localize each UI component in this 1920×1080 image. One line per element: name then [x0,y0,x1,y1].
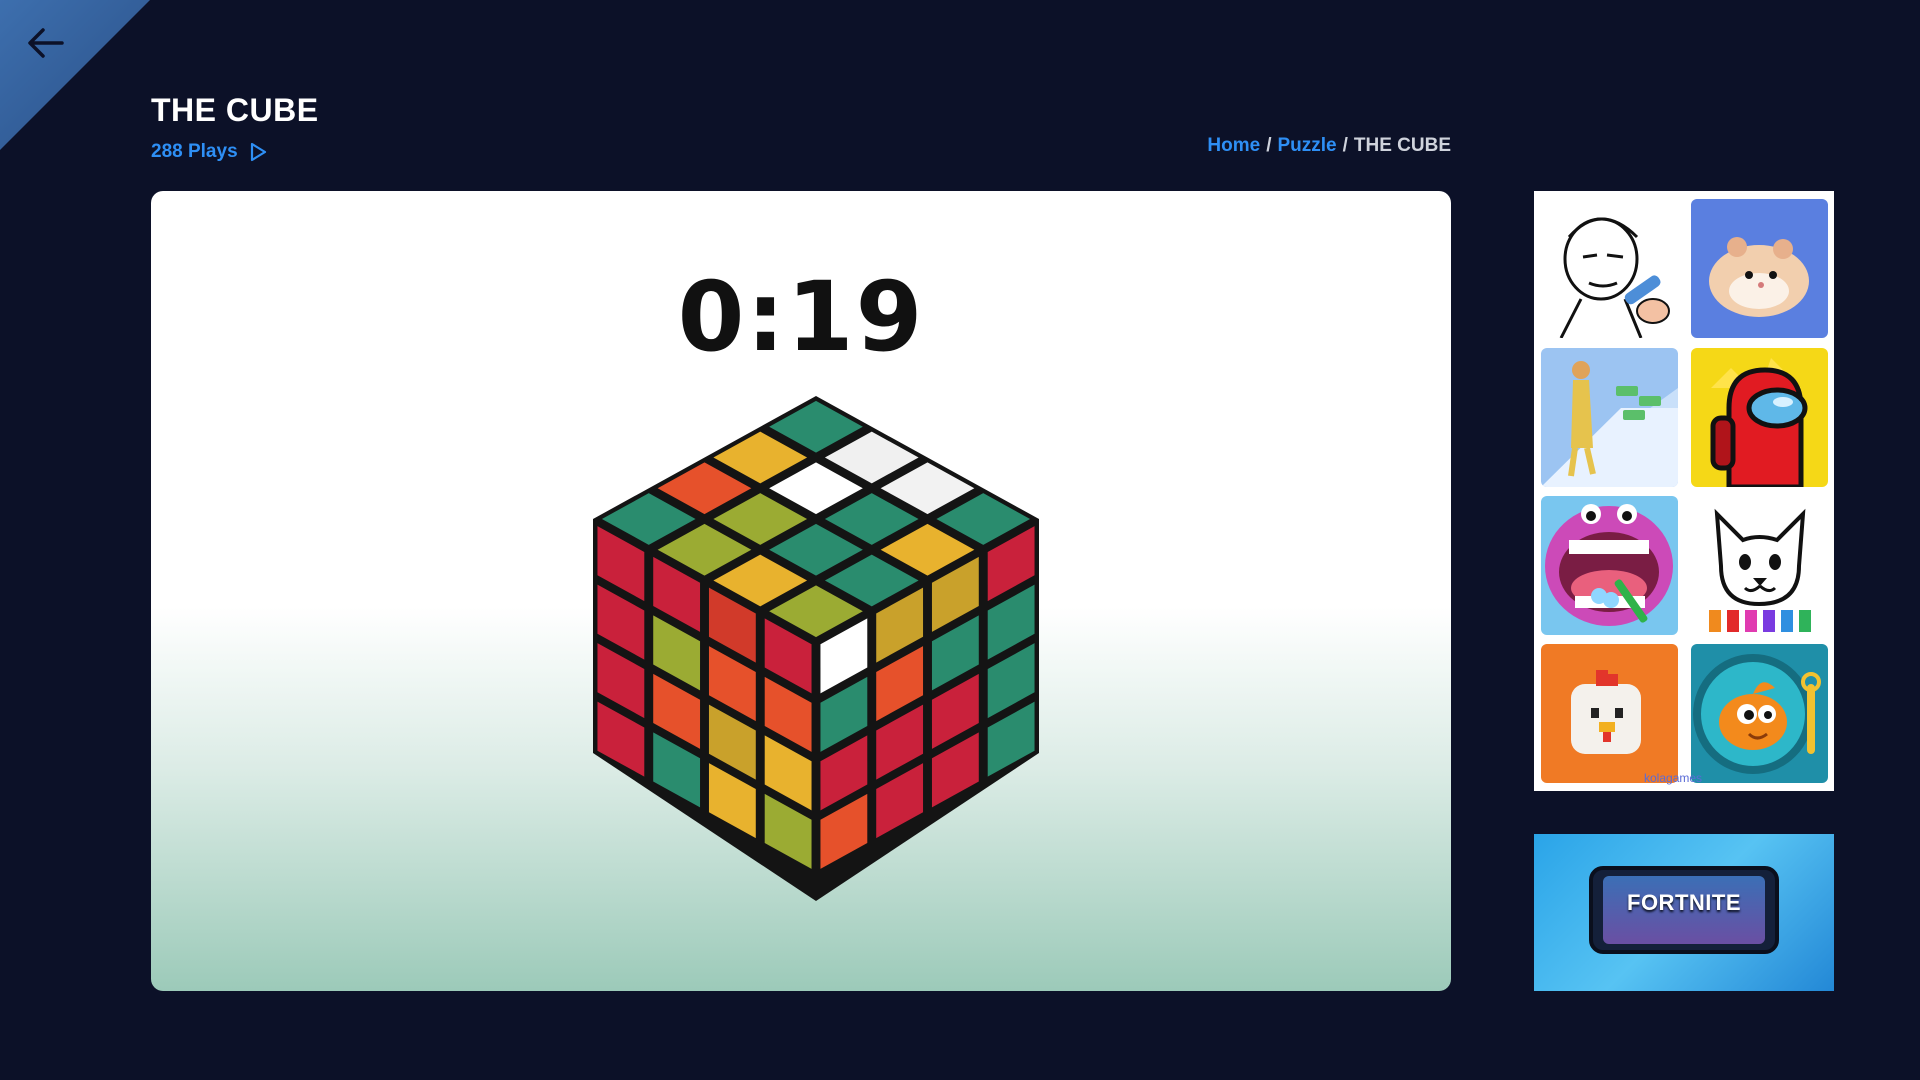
breadcrumb-puzzle[interactable]: Puzzle [1277,135,1336,157]
corner-decoration [0,0,150,150]
rubiks-cube-icon[interactable] [581,391,1051,911]
ad-banner[interactable]: FORTNITE [1534,834,1834,991]
back-arrow-icon[interactable] [26,26,64,60]
game-thumb-fish[interactable] [1691,644,1828,783]
ad-title: FORTNITE [1627,890,1741,915]
plays-count: 288 Plays [151,141,268,163]
game-thumb-hippo[interactable] [1541,496,1678,635]
hippo-dentist-icon [1545,504,1673,626]
breadcrumb: Home / Puzzle / THE CUBE [1207,135,1451,157]
play-icon [250,142,266,162]
chicken-icon [1571,670,1641,754]
game-thumb-chicken[interactable] [1541,644,1678,783]
drawing-face-icon [1559,217,1670,338]
cat-coloring-icon [1709,508,1811,632]
hamster-icon [1709,237,1809,317]
breadcrumb-home[interactable]: Home [1207,135,1260,157]
among-us-icon [1710,358,1808,487]
game-thumb-amongus[interactable] [1691,348,1828,487]
game-thumb-draw[interactable] [1541,199,1678,338]
breadcrumb-separator: / [1266,135,1272,156]
watermark: kolagames [1644,771,1703,785]
plays-label: 288 Plays [151,141,238,162]
game-thumb-hamster[interactable] [1691,199,1828,338]
fish-icon [1693,654,1821,774]
runner-girl-icon [1541,361,1678,487]
game-thumb-runner[interactable] [1541,348,1678,487]
game-timer: 0:19 [677,261,925,373]
game-thumb-cat[interactable] [1691,496,1828,635]
breadcrumb-current: THE CUBE [1353,135,1451,156]
page-title: THE CUBE [151,92,319,128]
related-games-panel: kolagames [1534,191,1834,791]
breadcrumb-separator: / [1342,135,1348,156]
game-canvas[interactable]: 0:19 [151,191,1451,991]
